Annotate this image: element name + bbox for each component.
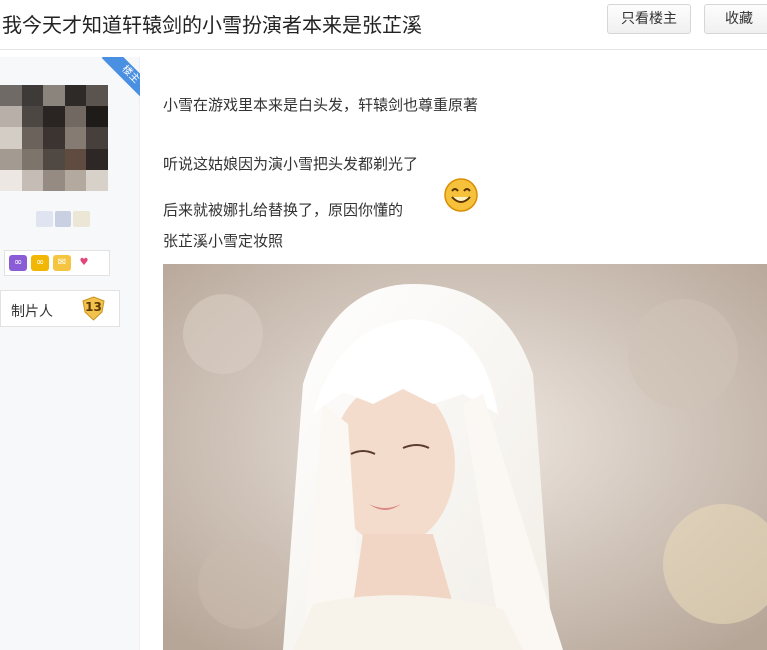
post-line: 听说这姑娘因为演小雪把头发都剃光了 [163, 155, 419, 173]
username-blurred[interactable] [36, 211, 91, 227]
favorite-button[interactable]: 收藏 [704, 4, 767, 34]
post-line: 小雪在游戏里本来是白头发，轩辕剑也尊重原著 [163, 96, 479, 114]
user-level[interactable]: 制片人 13 [0, 290, 120, 327]
envelope-badge-icon[interactable]: ✉ [53, 255, 71, 271]
only-op-button[interactable]: 只看楼主 [607, 4, 691, 34]
level-number: 13 [85, 300, 102, 314]
level-shield-icon: 13 [81, 296, 106, 321]
author-sidebar: 楼主 ∞ ∞ ✉ ♥ 制片人 13 [0, 57, 140, 650]
post-line: 后来就被娜扎给替换了，原因你懂的 [163, 201, 404, 219]
post-header: 我今天才知道轩辕剑的小雪扮演者本来是张芷溪 只看楼主 收藏 [0, 0, 767, 50]
op-corner-badge: 楼主 [92, 57, 140, 105]
heart-badge-icon[interactable]: ♥ [75, 255, 93, 271]
gold-badge-icon[interactable]: ∞ [31, 255, 49, 271]
post-line: 张芷溪小雪定妆照 [163, 232, 284, 250]
vip-badge-icon[interactable]: ∞ [9, 255, 27, 271]
member-badges: ∞ ∞ ✉ ♥ [4, 250, 110, 276]
post-photo[interactable] [163, 264, 767, 650]
smiley-emoji-icon [444, 178, 478, 212]
actress-photo-illustration [163, 264, 767, 650]
post-title: 我今天才知道轩辕剑的小雪扮演者本来是张芷溪 [2, 13, 422, 37]
op-badge-label: 楼主 [101, 57, 140, 104]
user-role-label: 制片人 [11, 304, 53, 320]
